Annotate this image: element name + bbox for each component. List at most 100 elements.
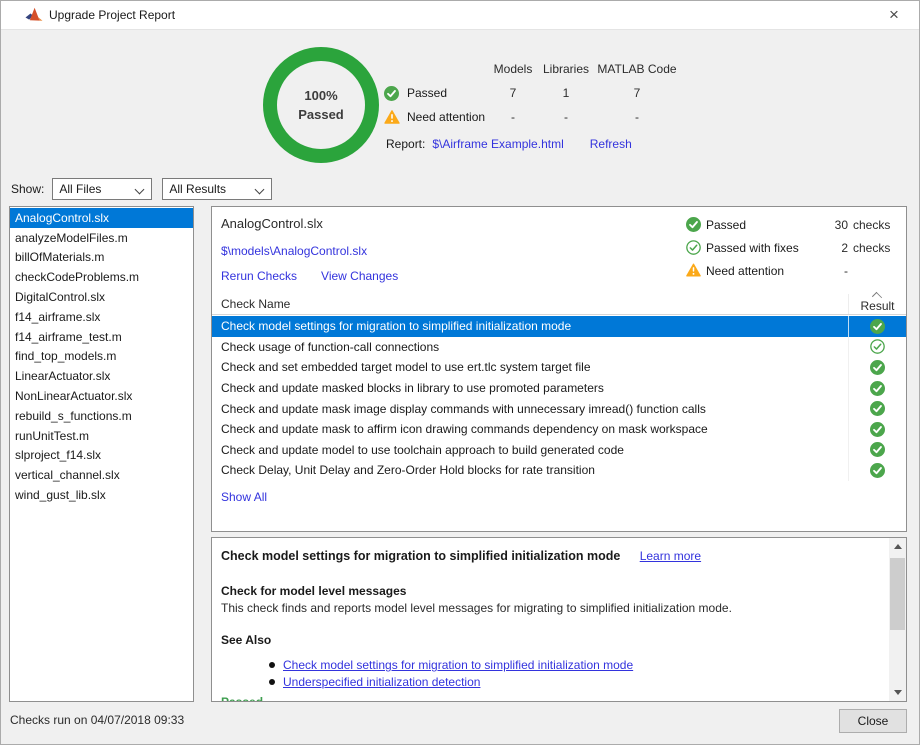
view-changes-link[interactable]: View Changes	[321, 269, 398, 283]
window-title: Upgrade Project Report	[49, 8, 175, 22]
see-also-link-2[interactable]: Underspecified initialization detection	[283, 675, 480, 689]
passed-icon	[848, 378, 906, 399]
detail-check-title: Check model settings for migration to si…	[221, 549, 620, 563]
result-column-header[interactable]: Result	[848, 294, 906, 314]
check-name-column-header[interactable]: Check Name	[212, 294, 848, 314]
close-button[interactable]: Close	[839, 709, 907, 733]
check-name: Check and set embedded target model to u…	[212, 357, 848, 378]
file-list-item[interactable]: wind_gust_lib.slx	[10, 485, 193, 505]
results-panel: AnalogControl.slx $\models\AnalogControl…	[211, 206, 907, 532]
report-label: Report:	[386, 137, 425, 151]
check-row[interactable]: Check usage of function-call connections	[212, 337, 906, 358]
check-row[interactable]: Check and update mask to affirm icon dra…	[212, 419, 906, 440]
show-label: Show:	[11, 182, 44, 196]
result-filter-value: All Results	[169, 182, 226, 196]
chevron-down-icon	[135, 185, 145, 195]
detail-scrollbar[interactable]	[889, 538, 906, 701]
passed-icon	[848, 440, 906, 461]
check-row[interactable]: Check and set embedded target model to u…	[212, 357, 906, 378]
passed-icon	[848, 419, 906, 440]
see-also-link-1[interactable]: Check model settings for migration to si…	[283, 658, 633, 672]
passed-libraries-count: 1	[540, 86, 592, 100]
file-filter-value: All Files	[59, 182, 101, 196]
status-text: Checks run on 04/07/2018 09:33	[10, 713, 184, 727]
see-also-heading: See Also	[221, 633, 271, 647]
stat-attention-label: Need attention	[706, 264, 820, 278]
scrollbar-thumb[interactable]	[890, 558, 905, 630]
file-list-item[interactable]: checkCodeProblems.m	[10, 267, 193, 287]
passed-icon	[848, 460, 906, 481]
column-matlab-code: MATLAB Code	[592, 62, 682, 76]
file-filter-dropdown[interactable]: All Files	[52, 178, 152, 200]
bullet-icon	[269, 679, 275, 685]
overview-need-attention-label: Need attention	[407, 110, 485, 124]
file-list-item[interactable]: f14_airframe_test.m	[10, 327, 193, 347]
passed-icon	[686, 217, 701, 232]
rerun-checks-link[interactable]: Rerun Checks	[221, 269, 297, 283]
stat-fixes-unit: checks	[848, 241, 894, 255]
matlab-icon	[25, 7, 43, 23]
clipped-result-heading: Passed	[221, 695, 263, 702]
title-bar: Upgrade Project Report ×	[1, 1, 919, 30]
check-name: Check and update mask to affirm icon dra…	[212, 419, 848, 440]
selected-file-title: AnalogControl.slx	[221, 216, 323, 231]
list-item: Check model settings for migration to si…	[269, 657, 633, 674]
file-list-item[interactable]: AnalogControl.slx	[10, 208, 193, 228]
ring-label: Passed	[298, 105, 344, 124]
scroll-down-icon[interactable]	[889, 684, 906, 701]
file-list: AnalogControl.slxanalyzeModelFiles.mbill…	[9, 206, 194, 702]
file-list-item[interactable]: LinearActuator.slx	[10, 366, 193, 386]
file-list-item[interactable]: find_top_models.m	[10, 347, 193, 367]
passed-icon	[848, 316, 906, 337]
list-item: Underspecified initialization detection	[269, 674, 633, 691]
bullet-icon	[269, 662, 275, 668]
check-stats: Passed 30 checks Passed with fixes 2 che…	[686, 213, 894, 282]
check-name: Check usage of function-call connections	[212, 337, 848, 358]
file-list-item[interactable]: slproject_f14.slx	[10, 446, 193, 466]
learn-more-link[interactable]: Learn more	[640, 549, 701, 563]
detail-section-text: This check finds and reports model level…	[221, 601, 732, 615]
file-list-item[interactable]: f14_airframe.slx	[10, 307, 193, 327]
passed-icon	[848, 357, 906, 378]
stat-fixes-label: Passed with fixes	[706, 241, 820, 255]
warning-icon	[686, 263, 701, 278]
upgrade-project-report-window: Upgrade Project Report × 100% Passed Mod…	[0, 0, 920, 745]
see-also-list: Check model settings for migration to si…	[269, 657, 633, 690]
check-row[interactable]: Check and update masked blocks in librar…	[212, 378, 906, 399]
file-list-item[interactable]: runUnitTest.m	[10, 426, 193, 446]
show-all-link[interactable]: Show All	[221, 490, 267, 504]
passed-icon	[848, 398, 906, 419]
check-name: Check and update masked blocks in librar…	[212, 378, 848, 399]
file-list-item[interactable]: billOfMaterials.m	[10, 248, 193, 268]
check-table-header: Check Name Result	[212, 294, 906, 315]
detail-section-heading: Check for model level messages	[221, 584, 406, 598]
check-table-body: Check model settings for migration to si…	[212, 316, 906, 481]
column-models: Models	[486, 62, 540, 76]
check-row[interactable]: Check model settings for migration to si…	[212, 316, 906, 337]
check-row[interactable]: Check Delay, Unit Delay and Zero-Order H…	[212, 460, 906, 481]
check-name: Check Delay, Unit Delay and Zero-Order H…	[212, 460, 848, 481]
file-list-item[interactable]: vertical_channel.slx	[10, 465, 193, 485]
window-close-icon[interactable]: ×	[881, 4, 907, 26]
check-row[interactable]: Check and update model to use toolchain …	[212, 440, 906, 461]
report-file-link[interactable]: $\Airframe Example.html	[432, 137, 563, 151]
refresh-link[interactable]: Refresh	[590, 137, 632, 151]
scroll-up-icon[interactable]	[889, 538, 906, 555]
file-list-item[interactable]: NonLinearActuator.slx	[10, 386, 193, 406]
warning-icon	[384, 110, 400, 125]
result-filter-dropdown[interactable]: All Results	[162, 178, 272, 200]
stat-attention-count: -	[820, 264, 848, 278]
attention-libraries-count: -	[540, 110, 592, 124]
filter-row: Show: All Files All Results	[11, 178, 272, 200]
file-path-link[interactable]: $\models\AnalogControl.slx	[221, 244, 367, 258]
chevron-down-icon	[255, 185, 265, 195]
passed-with-fixes-icon	[686, 240, 701, 255]
file-list-item[interactable]: DigitalControl.slx	[10, 287, 193, 307]
file-list-item[interactable]: analyzeModelFiles.m	[10, 228, 193, 248]
passed-models-count: 7	[486, 86, 540, 100]
file-list-item[interactable]: rebuild_s_functions.m	[10, 406, 193, 426]
stat-passed-count: 30	[820, 218, 848, 232]
report-row: Report: $\Airframe Example.html Refresh	[386, 137, 632, 151]
check-row[interactable]: Check and update mask image display comm…	[212, 398, 906, 419]
attention-models-count: -	[486, 110, 540, 124]
